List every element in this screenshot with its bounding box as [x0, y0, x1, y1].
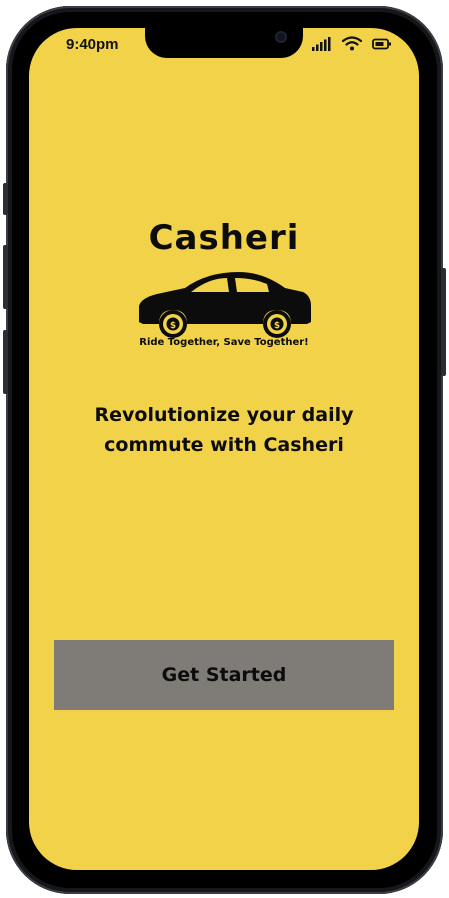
- silent-switch: [3, 183, 8, 215]
- volume-down-button: [3, 330, 8, 394]
- cellular-signal-icon: [312, 36, 332, 51]
- dollar-coin-icon: $: [263, 310, 291, 338]
- car-icon: $ $: [135, 266, 315, 343]
- get-started-button[interactable]: Get Started: [54, 640, 394, 710]
- svg-text:$: $: [170, 321, 176, 331]
- battery-icon: [372, 38, 392, 50]
- volume-up-button: [3, 245, 8, 309]
- status-icons: [312, 36, 392, 51]
- app-screen: 9:40pm Casheri $ $ Ride Together, Save T…: [29, 28, 419, 870]
- headline: Revolutionize your daily commute with Ca…: [94, 404, 354, 456]
- wifi-icon: [342, 36, 362, 51]
- status-time: 9:40pm: [66, 36, 119, 53]
- dollar-coin-icon: $: [159, 310, 187, 338]
- power-button: [441, 268, 446, 376]
- front-camera-icon: [275, 31, 287, 43]
- brand-name: Casheri: [148, 218, 300, 258]
- notch: [145, 28, 303, 58]
- brand-tagline: Ride Together, Save Together!: [139, 337, 309, 348]
- svg-text:$: $: [274, 321, 280, 331]
